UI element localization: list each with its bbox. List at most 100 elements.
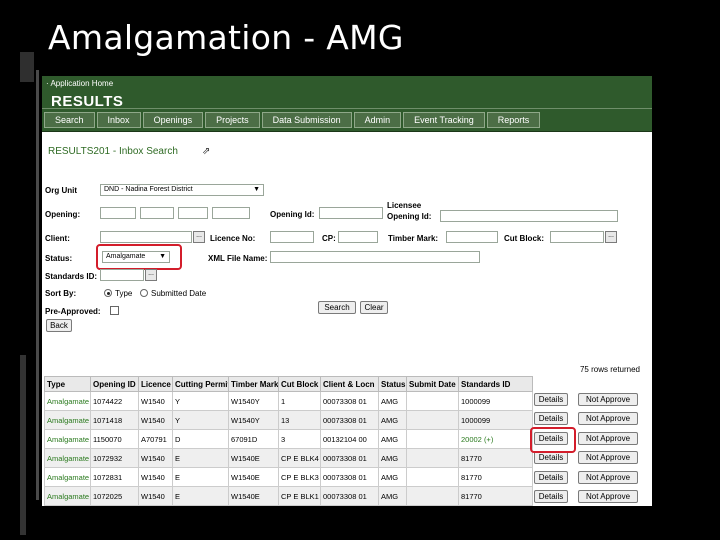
search-button[interactable]: Search (318, 301, 356, 314)
standards-id-lookup-button[interactable]: ... (145, 269, 157, 281)
table-cell: E (172, 448, 229, 468)
column-header[interactable]: Cutting Permit (172, 376, 229, 392)
client-lookup-button[interactable]: ... (193, 231, 205, 243)
org-unit-label: Org Unit (45, 186, 77, 195)
cut-block-field[interactable] (550, 231, 604, 243)
not-approve-button[interactable]: Not Approve (578, 412, 638, 426)
column-header[interactable]: Cut Block (278, 376, 321, 392)
cp-label: CP: (322, 234, 336, 243)
nav-inbox[interactable]: Inbox (96, 112, 141, 128)
org-unit-select[interactable]: DND - Nadina Forest District ▼ (100, 184, 264, 196)
client-field[interactable] (100, 231, 192, 243)
table-cell: 67091D (228, 429, 279, 449)
sort-type-radio[interactable] (104, 289, 112, 297)
column-header[interactable]: Opening ID (90, 376, 139, 392)
table-cell: Y (172, 391, 229, 411)
cut-block-lookup-button[interactable]: ... (605, 231, 617, 243)
column-header[interactable]: Client & Locn (320, 376, 379, 392)
not-approve-button[interactable]: Not Approve (578, 490, 638, 503)
application-home-link[interactable]: · Application Home (46, 79, 113, 88)
details-button[interactable]: Details (534, 412, 568, 426)
nav-openings[interactable]: Openings (142, 112, 204, 128)
type-link[interactable]: Amalgamate (44, 467, 91, 487)
table-cell: W1540E (228, 486, 279, 506)
chevron-down-icon: ▼ (253, 186, 260, 193)
table-cell: 1072025 (90, 486, 139, 506)
details-button[interactable]: Details (534, 490, 568, 503)
xml-file-name-label: XML File Name: (208, 254, 268, 263)
not-approve-button[interactable]: Not Approve (578, 393, 638, 406)
column-header[interactable]: Type (44, 376, 91, 392)
table-cell: W1540E (228, 467, 279, 487)
not-approve-button[interactable]: Not Approve (578, 470, 638, 484)
status-label: Status: (45, 254, 73, 263)
column-header[interactable]: Timber Mark (228, 376, 279, 392)
cp-field[interactable] (338, 231, 378, 243)
table-cell (406, 391, 459, 411)
type-link[interactable]: Amalgamate (44, 391, 91, 411)
table-cell: 1150070 (90, 429, 139, 449)
pre-approved-label: Pre-Approved: (45, 307, 101, 316)
table-cell: 1000099 (458, 410, 533, 430)
table-cell: 81770 (458, 486, 533, 506)
opening-id-field[interactable] (319, 207, 383, 219)
table-cell: 00132104 00 (320, 429, 379, 449)
type-link[interactable]: Amalgamate (44, 486, 91, 506)
clear-button[interactable]: Clear (360, 301, 388, 314)
table-cell: 81770 (458, 448, 533, 468)
nav-projects[interactable]: Projects (205, 112, 260, 128)
table-cell: 00073308 01 (320, 391, 379, 411)
xml-file-name-field[interactable] (270, 251, 480, 263)
nav-search[interactable]: Search (44, 112, 95, 128)
pre-approved-checkbox[interactable] (110, 306, 119, 315)
type-link[interactable]: Amalgamate (44, 448, 91, 468)
table-cell: 1072831 (90, 467, 139, 487)
table-cell: AMG (378, 429, 407, 449)
table-cell[interactable]: 20002 (+) (458, 429, 533, 449)
timber-mark-field[interactable] (446, 231, 498, 243)
table-cell: D (172, 429, 229, 449)
nav-reports[interactable]: Reports (486, 112, 541, 128)
licence-no-field[interactable] (270, 231, 314, 243)
sort-type-label: Type (115, 289, 133, 298)
slide-decoration (20, 355, 26, 535)
details-button[interactable]: Details (534, 451, 568, 465)
highlight-box (96, 244, 182, 270)
client-label: Client: (45, 234, 70, 243)
nav-data-submission[interactable]: Data Submission (261, 112, 352, 128)
column-header[interactable]: Status (378, 376, 407, 392)
table-cell: 1 (278, 391, 321, 411)
nav-admin[interactable]: Admin (353, 112, 402, 128)
type-link[interactable]: Amalgamate (44, 429, 91, 449)
nav-event-tracking[interactable]: Event Tracking (403, 112, 485, 128)
back-button[interactable]: Back (46, 319, 72, 332)
not-approve-button[interactable]: Not Approve (578, 451, 638, 465)
highlight-box (530, 427, 576, 453)
sort-by-label: Sort By: (45, 289, 77, 298)
table-cell (406, 429, 459, 449)
table-cell: AMG (378, 486, 407, 506)
table-row: Amalgamate 1072025 W1540 E W1540E CP E BLK1 00… (44, 486, 533, 506)
table-cell (406, 486, 459, 506)
opening-field-1[interactable] (100, 207, 136, 219)
details-button[interactable]: Details (534, 470, 568, 484)
column-header[interactable]: Submit Date (406, 376, 459, 392)
licensee-opening-id-field[interactable] (440, 210, 618, 222)
column-header[interactable]: Licence (138, 376, 173, 392)
table-cell: AMG (378, 391, 407, 411)
opening-field-3[interactable] (178, 207, 208, 219)
table-cell: W1540Y (228, 410, 279, 430)
type-link[interactable]: Amalgamate (44, 410, 91, 430)
opening-field-4[interactable] (212, 207, 250, 219)
standards-id-field[interactable] (100, 269, 144, 281)
table-row: Amalgamate 1074422 W1540 Y W1540Y 1 00073308 0… (44, 391, 533, 411)
table-cell: CP E BLK3 (278, 467, 321, 487)
opening-field-2[interactable] (140, 207, 174, 219)
table-cell: 1072932 (90, 448, 139, 468)
sort-submitted-date-radio[interactable] (140, 289, 148, 297)
opening-label: Opening: (45, 210, 81, 219)
not-approve-button[interactable]: Not Approve (578, 431, 638, 445)
table-row: Amalgamate 1072932 W1540 E W1540E CP E BLK4 00… (44, 448, 533, 468)
column-header[interactable]: Standards ID (458, 376, 533, 392)
details-button[interactable]: Details (534, 393, 568, 406)
